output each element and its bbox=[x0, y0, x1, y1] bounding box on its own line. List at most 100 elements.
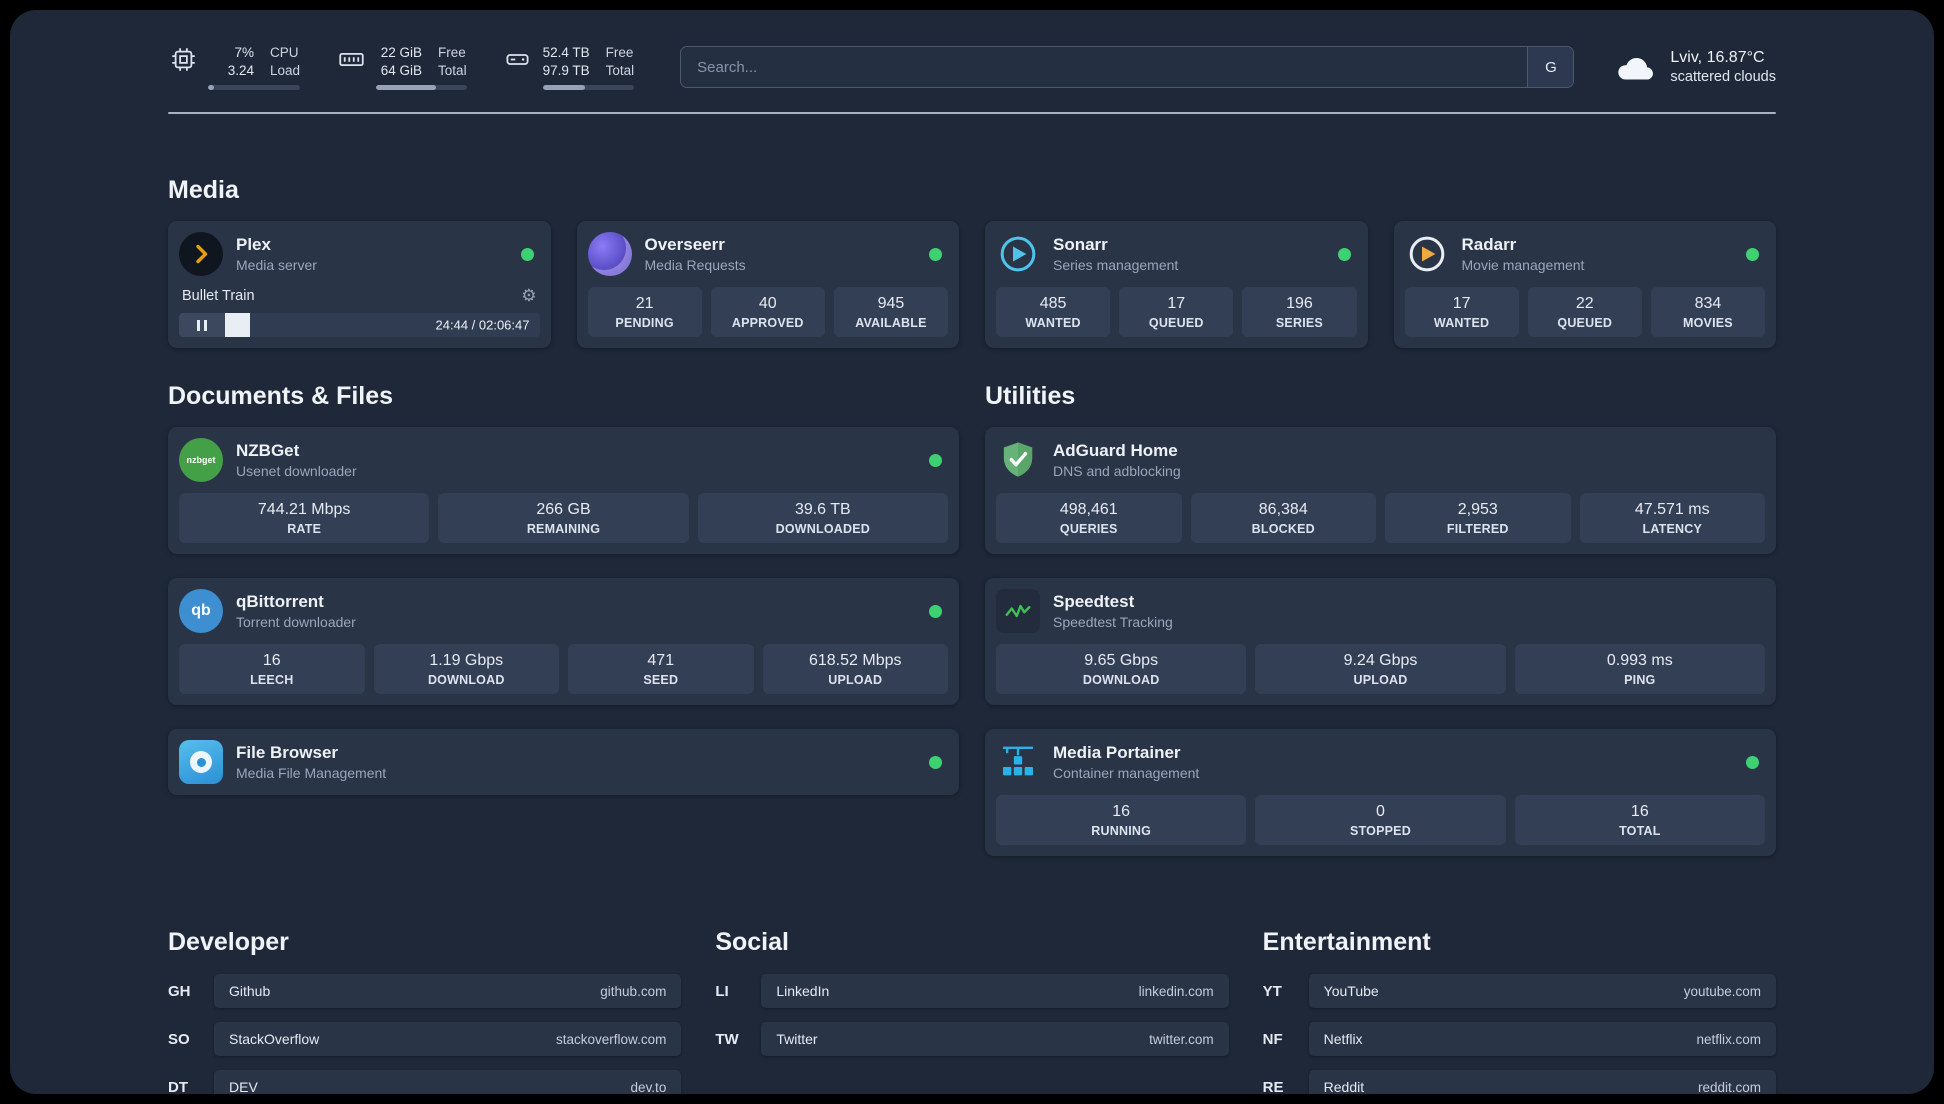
bookmark-abbr: GH bbox=[168, 982, 191, 1000]
cpu-label: CPU bbox=[270, 45, 299, 60]
bookmark-link-github[interactable]: Github github.com bbox=[214, 974, 682, 1009]
stat-value: 40 bbox=[758, 295, 777, 313]
stat-label: BLOCKED bbox=[1251, 522, 1315, 537]
bookmark-link-dev[interactable]: DEV dev.to bbox=[214, 1070, 682, 1094]
disk-free-value: 52.4 TB bbox=[542, 45, 590, 60]
app-card-sonarr[interactable]: Sonarr Series management 485 WANTED 17 Q… bbox=[985, 221, 1368, 349]
app-subtitle: DNS and adblocking bbox=[1053, 463, 1181, 480]
stat-label: SEED bbox=[643, 673, 679, 688]
sonarr-icon bbox=[996, 232, 1040, 276]
bookmark-abbr: NF bbox=[1262, 1030, 1283, 1048]
bookmark-link-youtube[interactable]: YouTube youtube.com bbox=[1308, 974, 1776, 1009]
weather-location: Lviv, 16.87°C bbox=[1670, 49, 1765, 67]
bookmark-abbr: SO bbox=[168, 1030, 190, 1048]
stat-value: 618.52 Mbps bbox=[808, 652, 902, 670]
stat-value: 16 bbox=[1112, 803, 1131, 821]
app-subtitle: Media File Management bbox=[236, 765, 387, 782]
app-name: Plex bbox=[236, 235, 271, 255]
stat-label: UPLOAD bbox=[828, 673, 883, 688]
stat-tile: 17 QUEUED bbox=[1119, 287, 1234, 338]
stat-label: DOWNLOAD bbox=[427, 673, 505, 688]
app-card-qbittorrent[interactable]: qb qBittorrent Torrent downloader 16 LEE… bbox=[168, 578, 959, 706]
bookmark-link-reddit[interactable]: Reddit reddit.com bbox=[1308, 1070, 1776, 1094]
bookmark-link-stackoverflow[interactable]: StackOverflow stackoverflow.com bbox=[214, 1022, 682, 1057]
app-subtitle: Torrent downloader bbox=[236, 614, 356, 631]
app-subtitle: Container management bbox=[1053, 765, 1200, 782]
ram-free-value: 22 GiB bbox=[380, 45, 423, 60]
disk-free-label: Free bbox=[605, 45, 634, 60]
stat-tile: 485 WANTED bbox=[996, 287, 1111, 338]
stat-tile: 16 TOTAL bbox=[1514, 795, 1765, 846]
bookmark-link-linkedin[interactable]: LinkedIn linkedin.com bbox=[761, 974, 1229, 1009]
stat-label: APPROVED bbox=[731, 316, 804, 331]
nzbget-icon: nzbget bbox=[179, 438, 223, 483]
section-title-media: Media bbox=[168, 176, 239, 205]
pause-button[interactable] bbox=[179, 313, 225, 338]
app-subtitle: Media Requests bbox=[644, 257, 746, 274]
app-card-filebrowser[interactable]: File Browser Media File Management bbox=[168, 729, 959, 796]
bookmark-group-entertainment: Entertainment YT YouTube youtube.com NF … bbox=[1263, 928, 1776, 1094]
bookmark-row: NF Netflix netflix.com bbox=[1262, 1022, 1776, 1057]
stat-value: 945 bbox=[877, 295, 905, 313]
app-card-portainer[interactable]: Media Portainer Container management 16 … bbox=[985, 729, 1776, 857]
bookmark-url: youtube.com bbox=[1683, 983, 1761, 999]
filebrowser-icon bbox=[179, 740, 223, 785]
status-dot bbox=[1746, 247, 1759, 261]
app-card-speedtest[interactable]: Speedtest Speedtest Tracking 9.65 Gbps D… bbox=[985, 578, 1776, 706]
stat-label: AVAILABLE bbox=[855, 316, 927, 331]
app-card-radarr[interactable]: Radarr Movie management 17 WANTED 22 QUE… bbox=[1393, 221, 1776, 349]
app-name: Media Portainer bbox=[1053, 743, 1181, 763]
stat-tile: 0.993 ms PING bbox=[1514, 644, 1765, 695]
disk-icon bbox=[503, 44, 533, 74]
gear-icon[interactable]: ⚙ bbox=[521, 287, 536, 304]
stat-tile: 498,461 QUERIES bbox=[996, 493, 1182, 544]
status-dot bbox=[929, 604, 942, 618]
stat-label: RATE bbox=[287, 522, 322, 537]
bookmark-abbr: RE bbox=[1262, 1078, 1284, 1094]
stat-label: LATENCY bbox=[1642, 522, 1702, 537]
search-bar[interactable]: G bbox=[680, 46, 1575, 89]
speedtest-icon bbox=[996, 589, 1040, 634]
app-card-nzbget[interactable]: nzbget NZBGet Usenet downloader 744.21 M… bbox=[168, 427, 959, 555]
playback-progress-bar[interactable]: 24:44 / 02:06:47 bbox=[225, 313, 540, 338]
cpu-load-label: Load bbox=[270, 62, 301, 78]
app-subtitle: Movie management bbox=[1461, 257, 1585, 274]
search-input[interactable] bbox=[681, 47, 1528, 88]
stat-value: 16 bbox=[1630, 803, 1649, 821]
stat-tile: 16 RUNNING bbox=[996, 795, 1247, 846]
stat-label: PENDING bbox=[615, 316, 674, 331]
cpu-load-value: 3.24 bbox=[227, 62, 254, 78]
stat-label: QUEUED bbox=[1557, 316, 1613, 331]
stat-value: 2,953 bbox=[1457, 501, 1498, 519]
bookmark-abbr: LI bbox=[715, 982, 729, 1000]
adguard-icon bbox=[996, 438, 1040, 482]
stat-tile: 1.19 Gbps DOWNLOAD bbox=[373, 644, 559, 695]
stat-value: 471 bbox=[647, 652, 675, 670]
app-name: Sonarr bbox=[1053, 235, 1108, 255]
bookmark-url: github.com bbox=[600, 983, 667, 999]
disk-progress-bar bbox=[542, 85, 635, 91]
stat-value: 0.993 ms bbox=[1606, 652, 1673, 670]
radarr-icon bbox=[1405, 232, 1449, 276]
bookmark-abbr: YT bbox=[1262, 982, 1282, 1000]
status-dot bbox=[929, 755, 942, 769]
playback-time: 24:44 / 02:06:47 bbox=[435, 317, 530, 333]
stat-label: LEECH bbox=[250, 673, 294, 688]
search-engine-button[interactable]: G bbox=[1527, 47, 1574, 88]
stat-tile: 945 AVAILABLE bbox=[833, 287, 949, 338]
status-dot bbox=[929, 247, 942, 261]
app-name: AdGuard Home bbox=[1053, 441, 1178, 461]
bookmark-row: TW Twitter twitter.com bbox=[715, 1022, 1229, 1057]
bookmark-row: YT YouTube youtube.com bbox=[1262, 974, 1776, 1009]
app-card-overseerr[interactable]: Overseerr Media Requests 21 PENDING 40 A… bbox=[576, 221, 959, 349]
stat-tile: 618.52 Mbps UPLOAD bbox=[762, 644, 948, 695]
stat-tile: 47.571 ms LATENCY bbox=[1579, 493, 1765, 544]
now-playing-title: Bullet Train bbox=[182, 287, 255, 304]
app-card-plex[interactable]: Plex Media server Bullet Train ⚙ 24:44 /… bbox=[168, 221, 551, 349]
qbittorrent-icon: qb bbox=[179, 589, 223, 634]
app-card-adguard[interactable]: AdGuard Home DNS and adblocking 498,461 … bbox=[985, 427, 1776, 555]
stat-value: 196 bbox=[1286, 295, 1313, 313]
bookmark-link-netflix[interactable]: Netflix netflix.com bbox=[1308, 1022, 1776, 1057]
bookmark-link-twitter[interactable]: Twitter twitter.com bbox=[761, 1022, 1229, 1057]
stat-label: MOVIES bbox=[1683, 316, 1733, 331]
